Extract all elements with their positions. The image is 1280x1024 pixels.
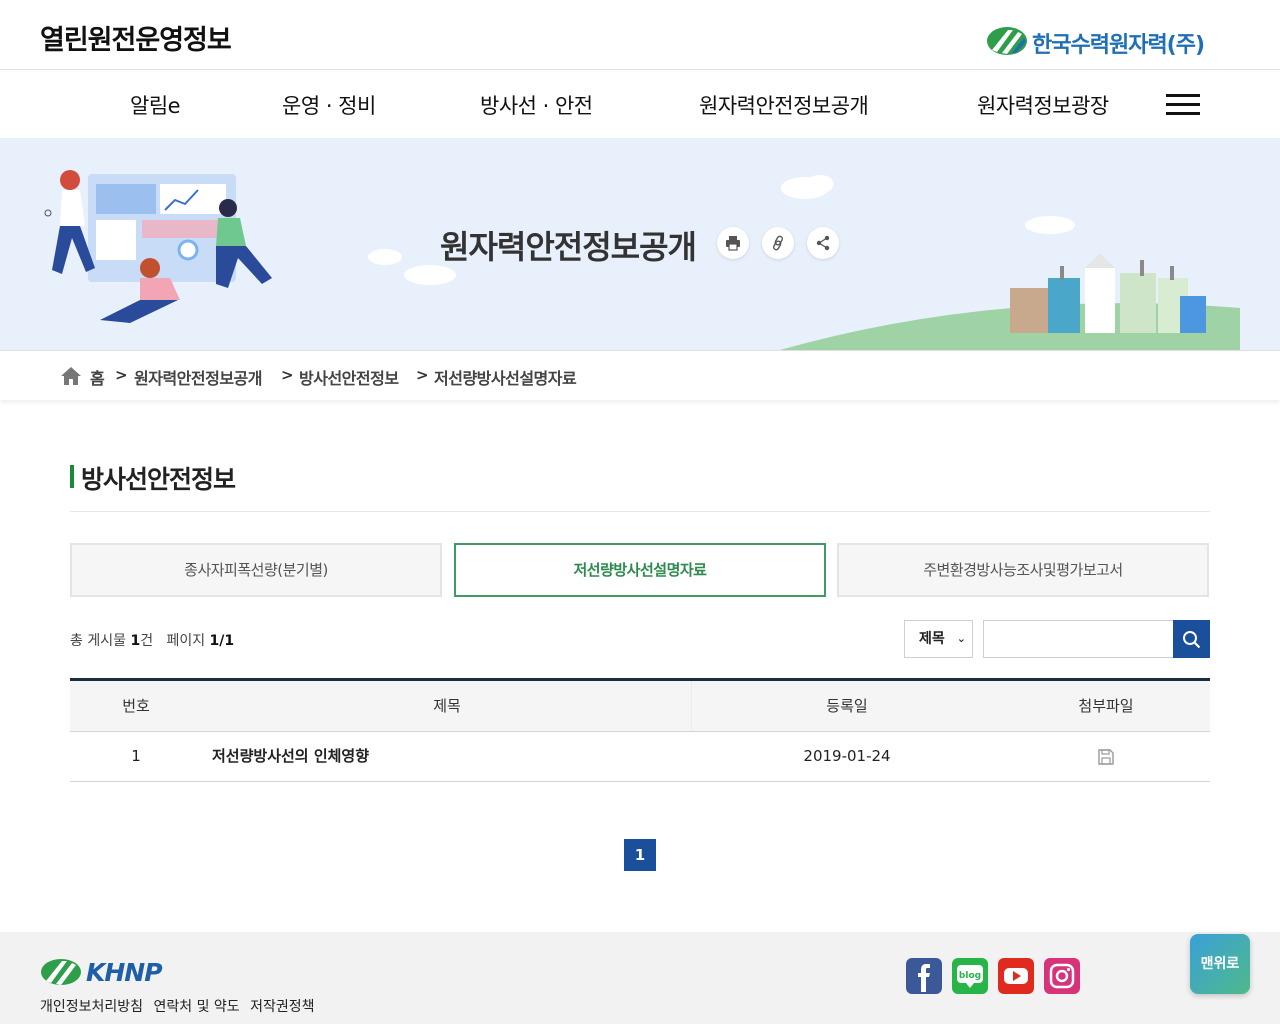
org-name: 한국수력원자력(주): [1032, 33, 1205, 58]
facebook-icon[interactable]: [906, 958, 942, 994]
breadcrumb-item-safety-disclosure[interactable]: 원자력안전정보공개: [134, 365, 262, 389]
share-icon: [816, 235, 830, 251]
khnp-logo-icon: [41, 959, 81, 985]
link-copy-button[interactable]: [762, 227, 794, 259]
row-title-link[interactable]: 저선량방사선의 인체영향: [212, 732, 369, 781]
instagram-icon[interactable]: [1044, 958, 1080, 994]
gnb-item-safety-disclosure[interactable]: 원자력안전정보공개: [699, 90, 869, 120]
footer-logo[interactable]: KHNP: [40, 958, 180, 987]
banner-title: 원자력안전정보공개: [440, 228, 697, 266]
total-count: 1: [130, 633, 141, 649]
tab-low-dose-radiation[interactable]: 저선량방사선설명자료: [454, 543, 826, 597]
breadcrumb-separator: >: [115, 366, 128, 384]
column-header-attachment: 첨부파일: [1078, 697, 1134, 715]
gnb-item-radiation[interactable]: 방사선 · 안전: [480, 90, 593, 120]
gnb-item-info-plaza[interactable]: 원자력정보광장: [977, 90, 1109, 120]
blog-icon[interactable]: blog: [952, 958, 988, 994]
page-label: 페이지: [166, 633, 206, 649]
page-banner: 원자력안전정보공개: [0, 138, 1280, 350]
footer: KHNP 개인정보처리방침 연락처 및 약도 저작권정책: [0, 932, 1280, 1024]
pagination-page-1[interactable]: 1: [624, 839, 656, 871]
section-divider: [70, 511, 1210, 512]
footer-links: 개인정보처리방침 연락처 및 약도 저작권정책: [40, 996, 321, 1016]
breadcrumb-home[interactable]: 홈: [90, 365, 105, 389]
footer-link-contact[interactable]: 연락처 및 약도: [154, 999, 240, 1015]
board-summary: 총 게시물 1건 페이지 1/1: [70, 630, 234, 650]
table-header: 번호 제목 등록일 첨부파일: [70, 681, 1210, 732]
footer-link-privacy[interactable]: 개인정보처리방침: [40, 999, 143, 1015]
print-button[interactable]: [717, 227, 749, 259]
breadcrumb-separator: >: [416, 366, 429, 384]
footer-logo-text: KHNP: [86, 958, 163, 987]
site-title[interactable]: 열린원전운영정보: [40, 18, 232, 57]
chevron-down-icon: ⌄: [956, 632, 966, 645]
svg-text:blog: blog: [959, 971, 981, 981]
search-field-select[interactable]: 제목 ⌄: [904, 620, 973, 658]
breadcrumb: 홈 > 원자력안전정보공개 > 방사선안전정보 > 저선량방사선설명자료: [0, 350, 1280, 400]
search-select-value: 제목: [919, 631, 945, 647]
column-header-date: 등록일: [826, 697, 868, 715]
section-title: 방사선안전정보: [70, 460, 236, 496]
home-icon[interactable]: [60, 366, 82, 386]
page-value: 1/1: [209, 633, 235, 649]
column-header-title: 제목: [433, 697, 461, 715]
row-number: 1: [131, 747, 141, 765]
share-button[interactable]: [807, 227, 839, 259]
count-unit: 건: [140, 633, 154, 649]
org-logo[interactable]: 한국수력원자력(주): [986, 24, 1236, 60]
column-header-number: 번호: [122, 697, 150, 715]
search-icon: [1183, 631, 1201, 649]
board-table: 번호 제목 등록일 첨부파일 1 저선량방사선의 인체영향 2019-01-24: [70, 678, 1210, 782]
back-to-top-button[interactable]: 맨위로: [1190, 934, 1250, 994]
row-attachment[interactable]: [1002, 732, 1210, 781]
search-input[interactable]: [983, 620, 1174, 658]
gnb-item-notice[interactable]: 알림e: [130, 90, 181, 120]
tab-environmental-report[interactable]: 주변환경방사능조사및평가보고서: [837, 543, 1209, 597]
search-button[interactable]: [1173, 620, 1210, 658]
youtube-icon[interactable]: [998, 958, 1034, 994]
breadcrumb-item-low-dose[interactable]: 저선량방사선설명자료: [434, 365, 577, 389]
breadcrumb-separator: >: [281, 366, 294, 384]
main-navigation: 알림e 운영 · 정비 방사선 · 안전 원자력안전정보공개 원자력정보광장: [0, 70, 1280, 138]
link-icon: [772, 235, 784, 251]
file-icon[interactable]: [1097, 748, 1115, 766]
footer-link-copyright[interactable]: 저작권정책: [250, 999, 314, 1015]
table-row: 1 저선량방사선의 인체영향 2019-01-24: [70, 732, 1210, 782]
breadcrumb-item-radiation-safety[interactable]: 방사선안전정보: [299, 365, 399, 389]
top-header: 열린원전운영정보 한국수력원자력(주): [0, 0, 1280, 70]
total-label: 총 게시물: [70, 633, 126, 649]
khnp-logo-icon: [987, 27, 1027, 55]
row-date: 2019-01-24: [803, 747, 891, 765]
tab-worker-dose[interactable]: 종사자피폭선량(분기별): [70, 543, 442, 597]
hamburger-menu-icon[interactable]: [1166, 94, 1200, 116]
gnb-item-operation[interactable]: 운영 · 정비: [282, 90, 376, 120]
print-icon: [726, 236, 740, 251]
